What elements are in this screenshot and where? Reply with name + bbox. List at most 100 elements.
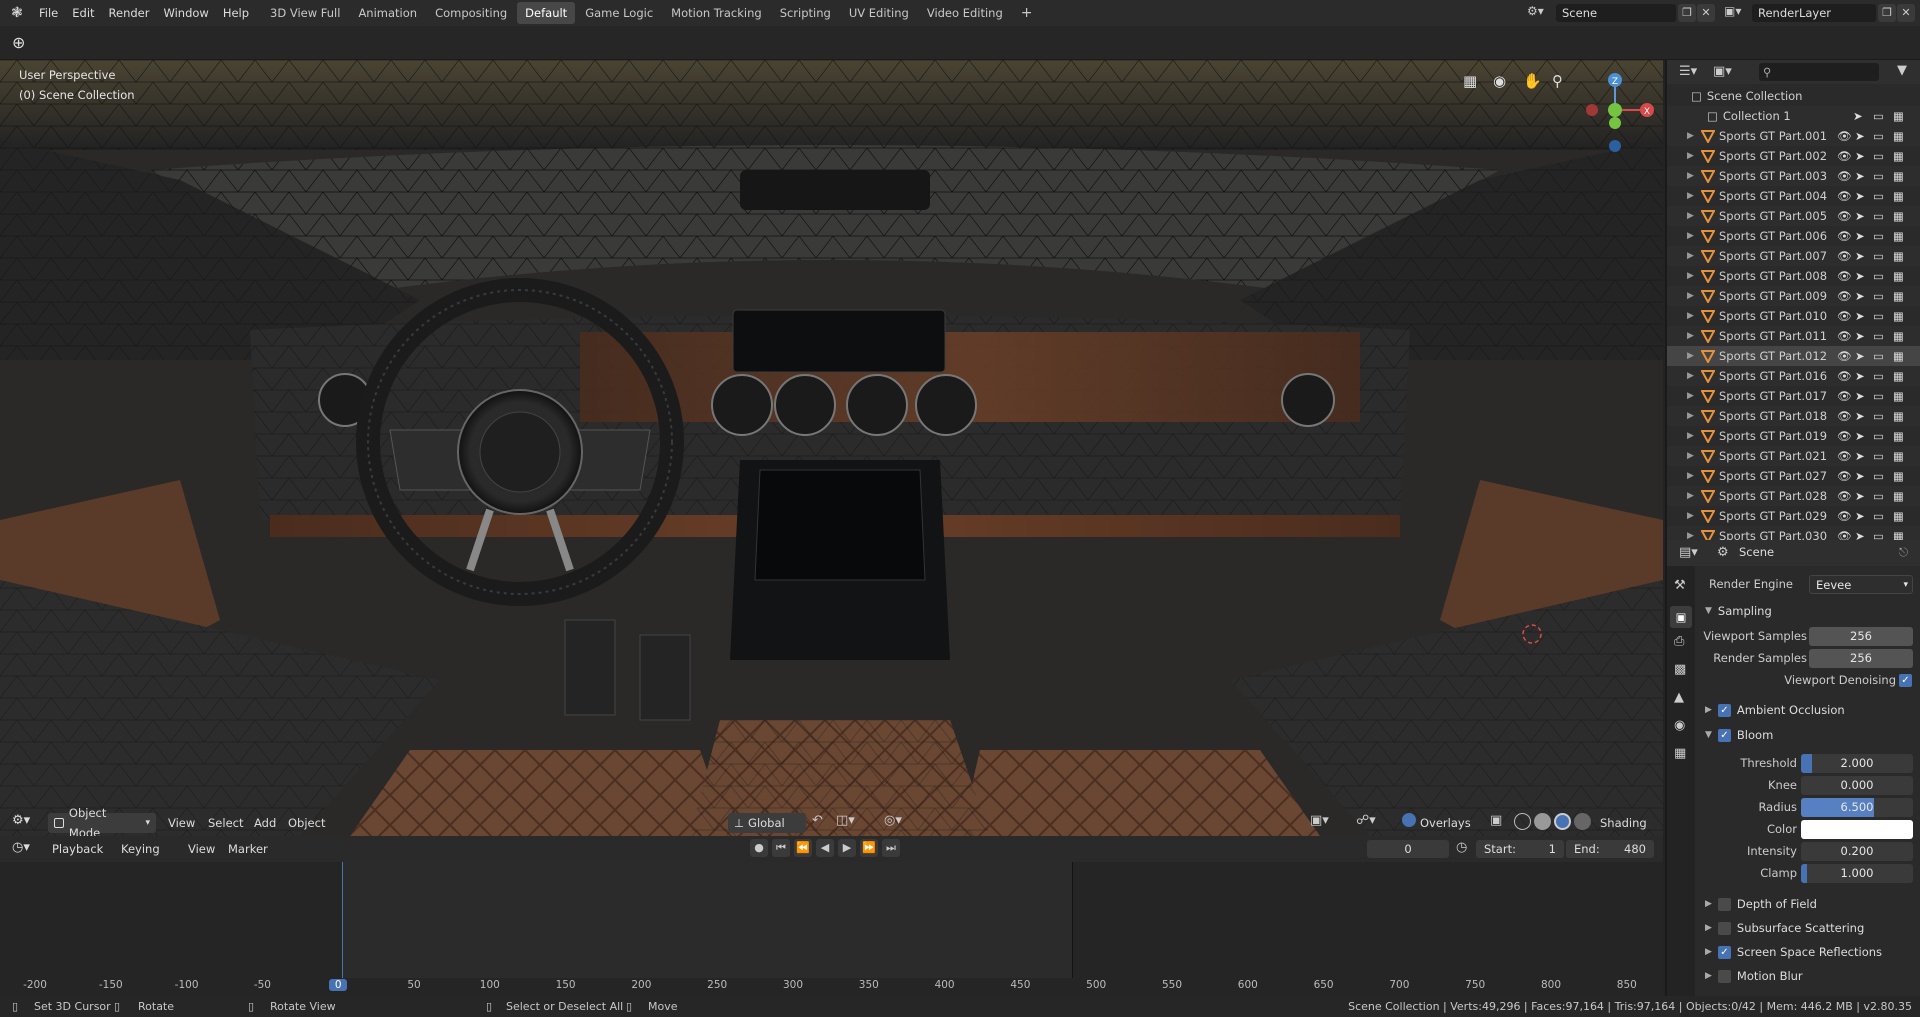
select-arrow-icon[interactable]: ➤ [1855,266,1865,286]
render-camera-icon[interactable]: ▦ [1893,126,1904,146]
select-arrow-icon[interactable]: ➤ [1855,146,1865,166]
monitor-icon[interactable]: ▭ [1873,466,1884,486]
menu-marker[interactable]: Marker [222,839,274,859]
3d-viewport[interactable]: User Perspective (0) Scene Collection ▦ … [0,60,1663,836]
tab-compositing[interactable]: Compositing [427,2,515,24]
select-arrow-icon[interactable]: ➤ [1855,346,1865,366]
jump-start-icon[interactable]: ⏮ [772,839,790,857]
view-object-types-icon[interactable]: ▣▾ [1310,813,1329,828]
outliner-object-row[interactable]: ▶ Sports GT Part.006 👁 ➤ ▭ ▦ [1667,226,1920,246]
expand-triangle-icon[interactable]: ▶ [1687,466,1694,486]
select-arrow-icon[interactable]: ➤ [1855,186,1865,206]
render-camera-icon[interactable]: ▦ [1893,166,1904,186]
menu-window[interactable]: Window [156,0,215,26]
render-camera-icon[interactable]: ▦ [1893,466,1904,486]
xray-toggle-icon[interactable]: ▣ [1490,813,1502,828]
monitor-icon[interactable]: ▭ [1873,306,1884,326]
outliner-object-row[interactable]: ▶ Sports GT Part.011 👁 ➤ ▭ ▦ [1667,326,1920,346]
render-camera-icon[interactable]: ▦ [1893,246,1904,266]
expand-triangle-icon[interactable]: ▶ [1687,366,1694,386]
outliner-object-row[interactable]: ▶ Sports GT Part.008 👁 ➤ ▭ ▦ [1667,266,1920,286]
menu-add[interactable]: Add [248,813,282,833]
expand-triangle-icon[interactable]: ▶ [1687,506,1694,526]
display-mode-icon[interactable]: ▣▾ [1713,64,1732,79]
select-arrow-icon[interactable]: ➤ [1855,306,1865,326]
eye-icon[interactable]: 👁 [1837,246,1852,266]
eye-icon[interactable]: 👁 [1837,126,1852,146]
outliner-object-row[interactable]: ▶ Sports GT Part.019 👁 ➤ ▭ ▦ [1667,426,1920,446]
monitor-icon[interactable]: ▭ [1873,366,1884,386]
tab-animation[interactable]: Animation [350,2,425,24]
tab-video-editing[interactable]: Video Editing [919,2,1011,24]
render-camera-icon[interactable]: ▦ [1893,346,1904,366]
monitor-icon[interactable]: ▭ [1873,506,1884,526]
overlays-dropdown[interactable]: Overlays [1396,813,1482,833]
outliner-object-row[interactable]: ▶ Sports GT Part.018 👁 ➤ ▭ ▦ [1667,406,1920,426]
snap-target-icon[interactable]: ◫▾ [836,813,855,828]
monitor-icon[interactable]: ▭ [1873,266,1884,286]
select-arrow-icon[interactable]: ➤ [1855,366,1865,386]
outliner-search-input[interactable]: ⚲ [1759,63,1879,81]
rendered-shading-icon[interactable] [1574,813,1591,830]
editor-type-icon[interactable]: ⚙▾ [12,813,30,828]
monitor-icon[interactable]: ▭ [1873,226,1884,246]
monitor-icon[interactable]: ▭ [1873,166,1884,186]
texture-tab-icon[interactable]: ▦ [1674,746,1686,761]
next-keyframe-icon[interactable]: ⏩ [860,839,878,857]
end-frame-field[interactable]: End: 480 [1566,840,1654,858]
material-shading-icon[interactable] [1554,813,1571,830]
tab-game-logic[interactable]: Game Logic [577,2,661,24]
properties-editor-icon[interactable]: ▤▾ [1679,545,1698,560]
expand-triangle-icon[interactable]: ▶ [1687,306,1694,326]
menu-timeline-view[interactable]: View [182,839,221,859]
world-tab-icon[interactable]: ◉ [1674,718,1685,733]
menu-edit[interactable]: Edit [65,0,101,26]
monitor-icon[interactable]: ▭ [1873,326,1884,346]
render-camera-icon[interactable]: ▦ [1893,286,1904,306]
view-layer-tab-icon[interactable]: ▩ [1674,662,1686,677]
outliner-object-row[interactable]: ▶ Sports GT Part.002 👁 ➤ ▭ ▦ [1667,146,1920,166]
outliner-object-row[interactable]: ▶ Sports GT Part.012 👁 ➤ ▭ ▦ [1667,346,1920,366]
render-tab-icon[interactable]: ▣ [1670,606,1692,628]
eye-icon[interactable]: 👁 [1837,306,1852,326]
render-camera-icon[interactable]: ▦ [1893,306,1904,326]
gizmo-y-axis[interactable] [1608,103,1622,117]
close-scene-icon[interactable]: ✕ [1697,4,1715,22]
expand-triangle-icon[interactable]: ▶ [1687,226,1694,246]
expand-triangle-icon[interactable]: ▶ [1687,526,1694,540]
eye-icon[interactable]: 👁 [1837,486,1852,506]
eye-icon[interactable]: 👁 [1837,226,1852,246]
eye-icon[interactable]: 👁 [1837,426,1852,446]
expand-triangle-icon[interactable]: ▶ [1687,446,1694,466]
current-frame-field[interactable]: 0 [1367,840,1449,858]
expand-triangle-icon[interactable]: ▶ [1687,326,1694,346]
motion-blur-panel-header[interactable]: ▶ Motion Blur [1705,965,1803,987]
collection-row[interactable]: □ Collection 1 ➤ ▭ ▦ [1667,106,1920,126]
eye-icon[interactable]: 👁 [1837,466,1852,486]
transform-pivot-icon[interactable]: ⊕ [12,32,38,54]
play-icon[interactable]: ▶ [838,839,856,857]
render-camera-icon[interactable]: ▦ [1893,366,1904,386]
scene-icon[interactable]: ⚙▾ [1527,4,1549,22]
jump-end-icon[interactable]: ⏭ [882,839,900,857]
camera-icon[interactable]: ◉ [1493,72,1506,90]
filter-icon[interactable]: ▼ [1897,63,1907,78]
expand-triangle-icon[interactable]: ▶ [1687,186,1694,206]
outliner-object-row[interactable]: ▶ Sports GT Part.001 👁 ➤ ▭ ▦ [1667,126,1920,146]
view-layer-icon[interactable]: ▣▾ [1724,4,1748,22]
monitor-icon[interactable]: ▭ [1873,446,1884,466]
eye-icon[interactable]: 👁 [1837,326,1852,346]
render-camera-icon[interactable]: ▦ [1893,406,1904,426]
subsurface-scattering-checkbox[interactable] [1717,921,1731,935]
render-camera-icon[interactable]: ▦ [1893,146,1904,166]
timeline-body[interactable] [0,862,1663,996]
expand-triangle-icon[interactable]: ▶ [1687,286,1694,306]
outliner-object-row[interactable]: ▶ Sports GT Part.010 👁 ➤ ▭ ▦ [1667,306,1920,326]
menu-render[interactable]: Render [102,0,157,26]
view-layer-field[interactable]: RenderLayer [1752,4,1876,22]
tab-motion-tracking[interactable]: Motion Tracking [663,2,770,24]
menu-help[interactable]: Help [216,0,256,26]
monitor-icon[interactable]: ▭ [1873,526,1884,540]
outliner-object-row[interactable]: ▶ Sports GT Part.021 👁 ➤ ▭ ▦ [1667,446,1920,466]
eye-icon[interactable]: 👁 [1837,406,1852,426]
